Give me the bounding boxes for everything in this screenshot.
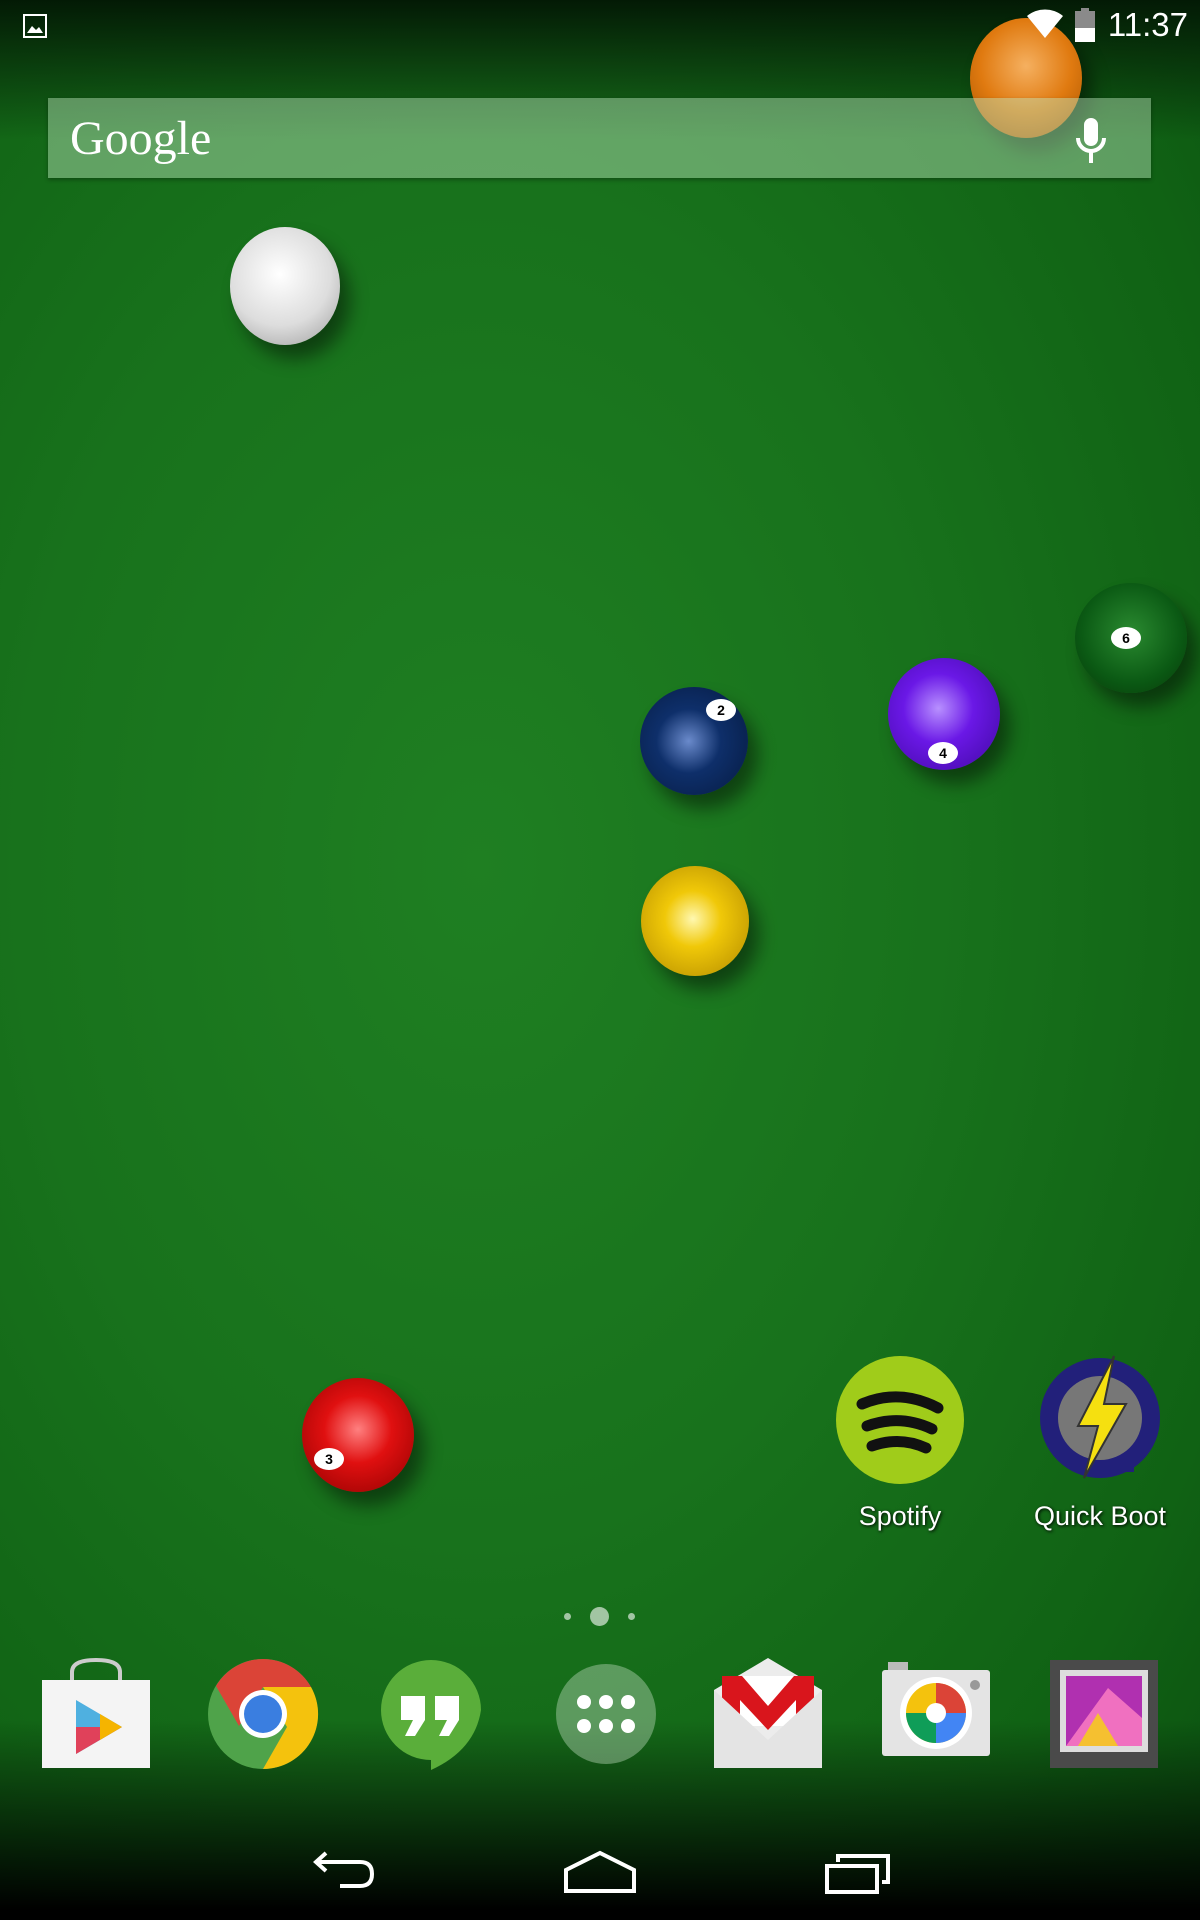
chrome-icon[interactable]	[207, 1658, 319, 1770]
image-icon	[23, 14, 47, 38]
app-spotify[interactable]: Spotify	[810, 1354, 990, 1532]
yellow-ball	[641, 866, 749, 976]
battery-icon	[1075, 8, 1095, 42]
back-icon[interactable]	[310, 1850, 376, 1894]
home-icon[interactable]	[563, 1850, 637, 1894]
microphone-icon[interactable]	[1071, 116, 1111, 164]
gallery-icon[interactable]	[1048, 1658, 1160, 1770]
hangouts-icon[interactable]	[375, 1658, 487, 1770]
wifi-icon	[1027, 9, 1063, 39]
app-label: Spotify	[858, 1501, 942, 1531]
google-logo: Google	[70, 112, 212, 165]
status-bar: 11:37	[0, 0, 1200, 50]
app-label: Quick Boot	[1033, 1501, 1167, 1531]
red-3-ball: 3	[302, 1378, 414, 1492]
quick-boot-icon	[1040, 1355, 1160, 1479]
spotify-icon	[836, 1356, 964, 1484]
clock: 11:37	[1107, 6, 1188, 43]
camera-icon[interactable]	[880, 1658, 992, 1770]
page-indicator	[560, 1606, 640, 1626]
page-dot[interactable]	[628, 1613, 635, 1620]
google-search-bar[interactable]: Google	[48, 98, 1151, 178]
navy-2-ball: 2	[640, 687, 748, 795]
page-dot-current[interactable]	[590, 1607, 609, 1626]
gmail-icon[interactable]	[712, 1658, 824, 1770]
purple-4-ball: 4	[888, 658, 1000, 770]
green-6-ball: 6	[1075, 583, 1187, 693]
apps-grid-icon[interactable]	[550, 1658, 662, 1770]
play-store-icon[interactable]	[40, 1658, 152, 1770]
app-quick-boot[interactable]: Quick Boot	[1010, 1354, 1190, 1532]
recents-icon[interactable]	[824, 1850, 892, 1894]
cue-ball	[230, 227, 340, 345]
page-dot[interactable]	[564, 1613, 571, 1620]
